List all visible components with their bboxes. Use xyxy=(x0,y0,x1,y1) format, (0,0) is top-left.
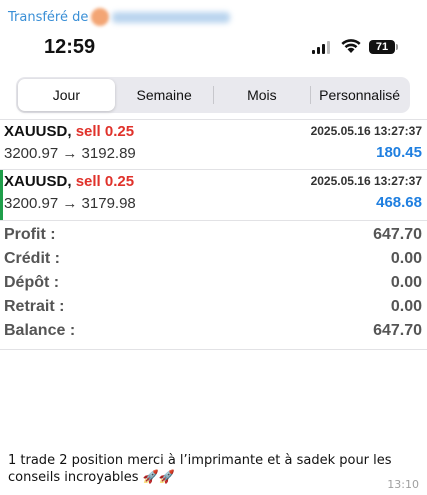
summary-label: Balance : xyxy=(4,322,76,339)
message-text: 1 trade 2 position merci à l’imprimante … xyxy=(8,452,404,486)
message-body: 1 trade 2 position merci à l’imprimante … xyxy=(8,453,392,485)
deal-direction: sell 0.25 xyxy=(75,173,135,190)
summary-label: Retrait : xyxy=(4,298,65,315)
summary-value: 647.70 xyxy=(373,322,422,339)
deal-prices: 3200.97 → 3179.98 xyxy=(4,195,136,212)
sender-avatar xyxy=(91,8,110,26)
summary-value: 0.00 xyxy=(390,250,422,267)
status-bar: 12:59 71 xyxy=(0,30,427,66)
divider xyxy=(0,220,427,221)
summary-label: Profit : xyxy=(4,226,56,243)
summary-label: Dépôt : xyxy=(4,274,60,291)
summary-row-credit: Crédit : 0.00 xyxy=(0,248,427,272)
divider xyxy=(0,349,427,350)
deal-symbol-line: XAUUSD, sell 0.25 xyxy=(4,173,134,190)
battery-tip xyxy=(396,44,398,50)
summary-row-balance: Balance : 647.70 xyxy=(0,320,427,344)
message-timestamp: 13:10 xyxy=(387,478,419,491)
summary-value: 0.00 xyxy=(390,274,422,291)
wifi-icon xyxy=(341,39,361,53)
forwarded-label: Transféré de xyxy=(8,9,89,25)
summary-row-depot: Dépôt : 0.00 xyxy=(0,272,427,296)
tab-semaine[interactable]: Semaine xyxy=(116,79,213,111)
signal-icon xyxy=(312,41,330,54)
summary-value: 647.70 xyxy=(373,226,422,243)
summary-value: 0.00 xyxy=(390,298,422,315)
tab-jour[interactable]: Jour xyxy=(18,79,115,111)
rocket-icon: 🚀 xyxy=(142,470,159,485)
sender-name-blurred xyxy=(112,11,231,23)
battery-icon: 71 xyxy=(369,40,395,54)
deal-symbol: XAUUSD, xyxy=(4,173,72,190)
deal-prices: 3200.97 → 3192.89 xyxy=(4,145,136,162)
tab-personnalise[interactable]: Personnalisé xyxy=(311,79,408,111)
clock: 12:59 xyxy=(44,36,96,58)
deal-profit: 468.68 xyxy=(376,194,422,211)
deal-date: 2025.05.16 13:27:37 xyxy=(310,124,422,138)
deal-profit: 180.45 xyxy=(376,144,422,161)
deal-row-selected[interactable]: XAUUSD, sell 0.25 2025.05.16 13:27:37 32… xyxy=(0,170,427,220)
deal-row[interactable]: XAUUSD, sell 0.25 2025.05.16 13:27:37 32… xyxy=(0,120,427,170)
period-segmented-control: Jour Semaine Mois Personnalisé xyxy=(16,77,410,113)
summary-label: Crédit : xyxy=(4,250,60,267)
deal-direction: sell 0.25 xyxy=(75,123,135,140)
forwarded-from[interactable]: Transféré de xyxy=(8,8,231,26)
deal-symbol-line: XAUUSD, sell 0.25 xyxy=(4,123,134,140)
summary-row-retrait: Retrait : 0.00 xyxy=(0,296,427,320)
summary-section: Profit : 647.70 Crédit : 0.00 Dépôt : 0.… xyxy=(0,224,427,344)
summary-row-profit: Profit : 647.70 xyxy=(0,224,427,248)
deal-symbol: XAUUSD, xyxy=(4,123,72,140)
deal-date: 2025.05.16 13:27:37 xyxy=(310,174,422,188)
tab-mois[interactable]: Mois xyxy=(214,79,311,111)
rocket-icon: 🚀 xyxy=(158,470,176,485)
